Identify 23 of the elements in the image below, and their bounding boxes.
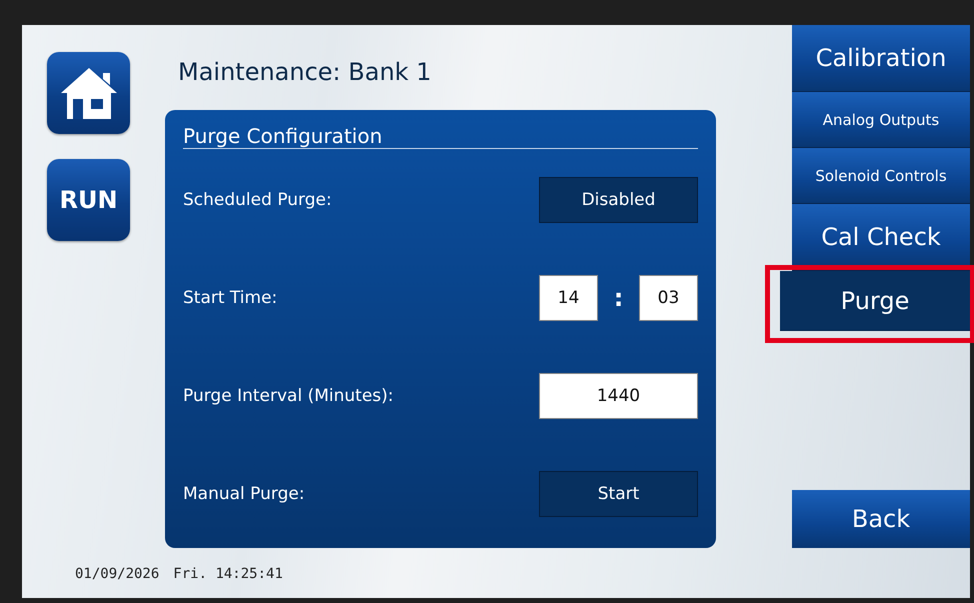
setting-label: Start Time: [183,288,278,308]
run-button[interactable]: RUN [47,159,130,241]
hour-field[interactable]: 14 [539,275,598,321]
home-icon [58,65,118,121]
time-text: Fri. 14:25:41 [173,566,283,582]
page-title: Maintenance: Bank 1 [178,58,432,88]
menu-tab[interactable]: Cal Check [792,204,970,271]
panel-title: Purge Configuration [183,124,382,148]
home-button[interactable] [47,52,130,134]
input-field[interactable]: 1440 [539,373,698,419]
time-separator: : [614,284,624,312]
toggle-button[interactable]: Start [539,471,698,517]
menu-tab[interactable]: Purge [780,271,970,331]
setting-label: Scheduled Purge: [183,190,332,210]
minute-field[interactable]: 03 [638,275,698,321]
toggle-button[interactable]: Disabled [539,177,698,223]
date-text: 01/09/2026 [75,566,160,582]
back-button[interactable]: Back [792,490,970,548]
menu-tab[interactable]: Solenoid Controls [792,148,970,204]
menu-tab[interactable]: Calibration [792,25,970,92]
setting-label: Manual Purge: [183,484,305,504]
setting-label: Purge Interval (Minutes): [183,386,394,406]
menu-tab[interactable]: Analog Outputs [792,92,970,148]
